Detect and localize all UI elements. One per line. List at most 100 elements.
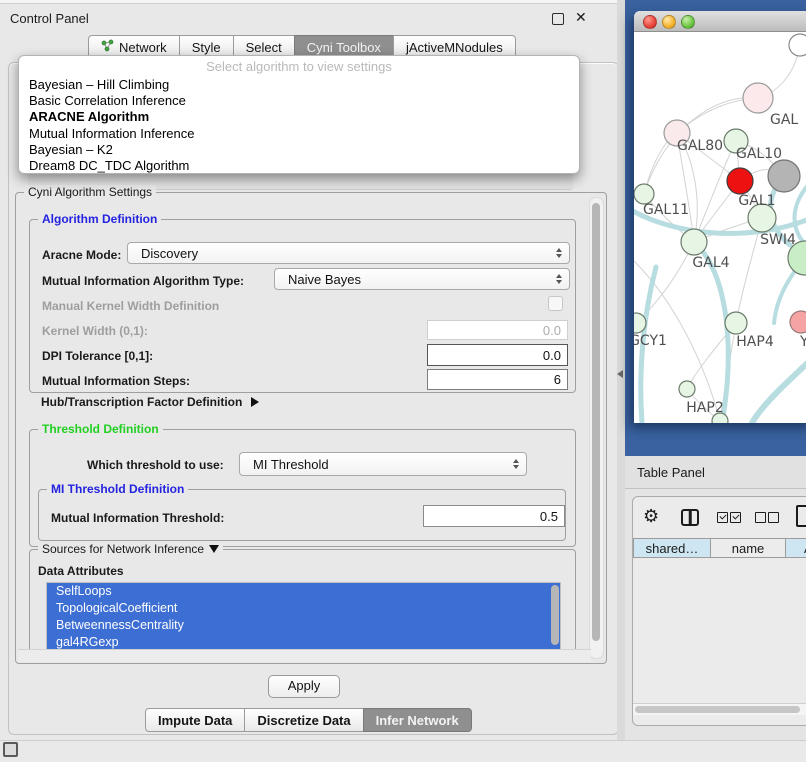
hub-definition-label: Hub/Transcription Factor Definition [41,395,242,409]
which-threshold-value: MI Threshold [253,457,329,472]
hub-definition-expander[interactable]: Hub/Transcription Factor Definition [41,395,259,409]
network-icon [101,39,114,55]
stepper-arrows-icon [556,248,562,258]
node-label: GAL [770,112,798,128]
manual-kernel-label: Manual Kernel Width Definition [42,299,219,313]
settings-scrollbar-thumb[interactable] [592,203,600,641]
kernel-width-input [427,320,568,340]
columns-icon[interactable] [681,509,699,526]
tab-discretize-data[interactable]: Discretize Data [244,708,363,732]
aracne-mode-label: Aracne Mode: [42,248,121,262]
tab-cyni-toolbox-label: Cyni Toolbox [307,40,381,55]
node-label: GCY1 [634,333,667,349]
stepper-arrows-icon [513,459,519,469]
deselect-checkbox-icon[interactable] [768,512,779,523]
attribute-item-selected[interactable]: BetweennessCentrality [47,617,560,634]
network-canvas[interactable]: GAL GAL80 GAL10 GAL1 GAL11 SWI4 GAL4 GCY… [634,31,806,423]
close-icon[interactable]: ✕ [575,9,587,26]
algorithm-option[interactable]: Bayesian – Hill Climbing [29,77,569,93]
column-header-a[interactable]: A [785,538,806,558]
algorithm-placeholder: Select algorithm to view settings [19,59,579,74]
data-attributes-label: Data Attributes [38,564,124,578]
deselect-checkbox-icon[interactable] [755,512,766,523]
zoom-window-button[interactable] [681,15,695,29]
tab-network-label: Network [119,40,167,55]
settings-horizontal-scrollbar[interactable] [18,649,591,662]
node-label: HAP2 [686,400,723,416]
which-threshold-select[interactable]: MI Threshold [239,452,527,476]
document-icon[interactable] [796,505,806,527]
settings-scrollbar[interactable] [589,197,604,659]
tab-infer-network-label: Infer Network [376,713,459,728]
dpi-tolerance-input[interactable] [427,344,568,366]
table-panel-title: Table Panel [637,465,705,480]
tab-impute-data[interactable]: Impute Data [145,708,245,732]
mi-threshold-input[interactable] [423,505,565,527]
mi-steps-input[interactable] [427,369,568,390]
status-strip [0,740,806,762]
mi-threshold-label: Mutual Information Threshold: [51,511,224,525]
table-horizontal-scrollbar-thumb[interactable] [635,706,800,713]
mi-type-label: Mutual Information Algorithm Type: [42,274,244,288]
algorithm-option-selected[interactable]: ARACNE Algorithm [29,109,569,125]
tab-discretize-data-label: Discretize Data [257,713,350,728]
dpi-tolerance-label: DPI Tolerance [0,1]: [42,349,153,363]
expand-right-icon [251,397,259,407]
node-label: GAL11 [643,202,689,218]
node-label: HAP4 [736,334,774,350]
tab-select-label: Select [246,40,282,55]
tab-jactivemnodules-label: jActiveMNodules [406,40,503,55]
algorithm-option[interactable]: Dream8 DC_TDC Algorithm [29,158,569,174]
sources-group-title[interactable]: Sources for Network Inference [38,542,223,556]
float-panel-icon[interactable] [552,13,564,25]
node-label: GAL10 [736,146,782,162]
tab-impute-data-label: Impute Data [158,713,232,728]
tab-infer-network[interactable]: Infer Network [363,708,472,732]
network-window-titlebar[interactable] [634,11,806,32]
algorithm-option[interactable]: Basic Correlation Inference [29,93,569,109]
dock-panel-icon[interactable] [3,742,18,757]
mi-threshold-definition-title: MI Threshold Definition [47,482,188,496]
splitter-collapse-icon[interactable] [617,370,623,378]
close-window-button[interactable] [643,15,657,29]
select-all-checkbox-icon[interactable] [717,512,728,523]
select-all-checkbox-icon[interactable] [730,512,741,523]
gear-icon[interactable]: ⚙ [643,506,659,527]
algorithm-option[interactable]: Mutual Information Inference [29,126,569,142]
attribute-item-selected[interactable]: TopologicalCoefficient [47,600,560,617]
network-view-window[interactable]: GAL GAL80 GAL10 GAL1 GAL11 SWI4 GAL4 GCY… [634,11,806,423]
mi-type-select[interactable]: Naive Bayes [274,268,570,290]
node-label: GAL1 [738,193,775,209]
column-header-shared[interactable]: shared… [633,538,711,558]
apply-button[interactable]: Apply [268,675,340,698]
window-top-strip [0,0,625,4]
threshold-definition-group: Threshold Definition Which threshold to … [29,429,576,547]
algorithm-definition-title: Algorithm Definition [38,212,161,226]
algorithm-option[interactable]: Bayesian – K2 [29,142,569,158]
sources-group-title-label: Sources for Network Inference [42,542,204,556]
application-window: Control Panel ✕ Network Style Select [0,0,806,762]
kernel-width-label: Kernel Width (0,1): [42,324,148,338]
node-label: Y [799,334,806,350]
table-horizontal-scrollbar[interactable] [633,703,806,715]
cyni-algorithm-settings-group: Cyni Algorithm Settings Algorithm Defini… [15,192,607,664]
mi-threshold-definition-group: MI Threshold Definition Mutual Informati… [38,489,566,541]
sources-group: Sources for Network Inference Data Attri… [29,549,576,656]
data-attributes-list[interactable]: SelfLoops TopologicalCoefficient Between… [46,582,561,653]
manual-kernel-checkbox[interactable] [548,296,563,311]
attribute-item-selected[interactable]: SelfLoops [47,583,560,600]
mi-type-value: Naive Bayes [288,272,361,287]
column-header-name[interactable]: name [710,538,786,558]
node-label: GAL80 [677,138,723,154]
cyni-bottom-tabs: Impute Data Discretize Data Infer Networ… [145,708,472,732]
settings-group-title: Cyni Algorithm Settings [24,185,156,199]
tab-style-label: Style [192,40,221,55]
stepper-arrows-icon [556,274,562,284]
aracne-mode-select[interactable]: Discovery [127,242,570,264]
node-label: GAL4 [692,255,729,271]
minimize-window-button[interactable] [662,15,676,29]
panel-title: Control Panel [10,11,89,26]
table-body[interactable]: YDL19…YDL19…13 YDR27…YDR27…12 YBR043CYBR… [633,559,806,703]
attributes-scrollbar-thumb[interactable] [551,585,559,645]
mi-steps-label: Mutual Information Steps: [42,374,190,388]
